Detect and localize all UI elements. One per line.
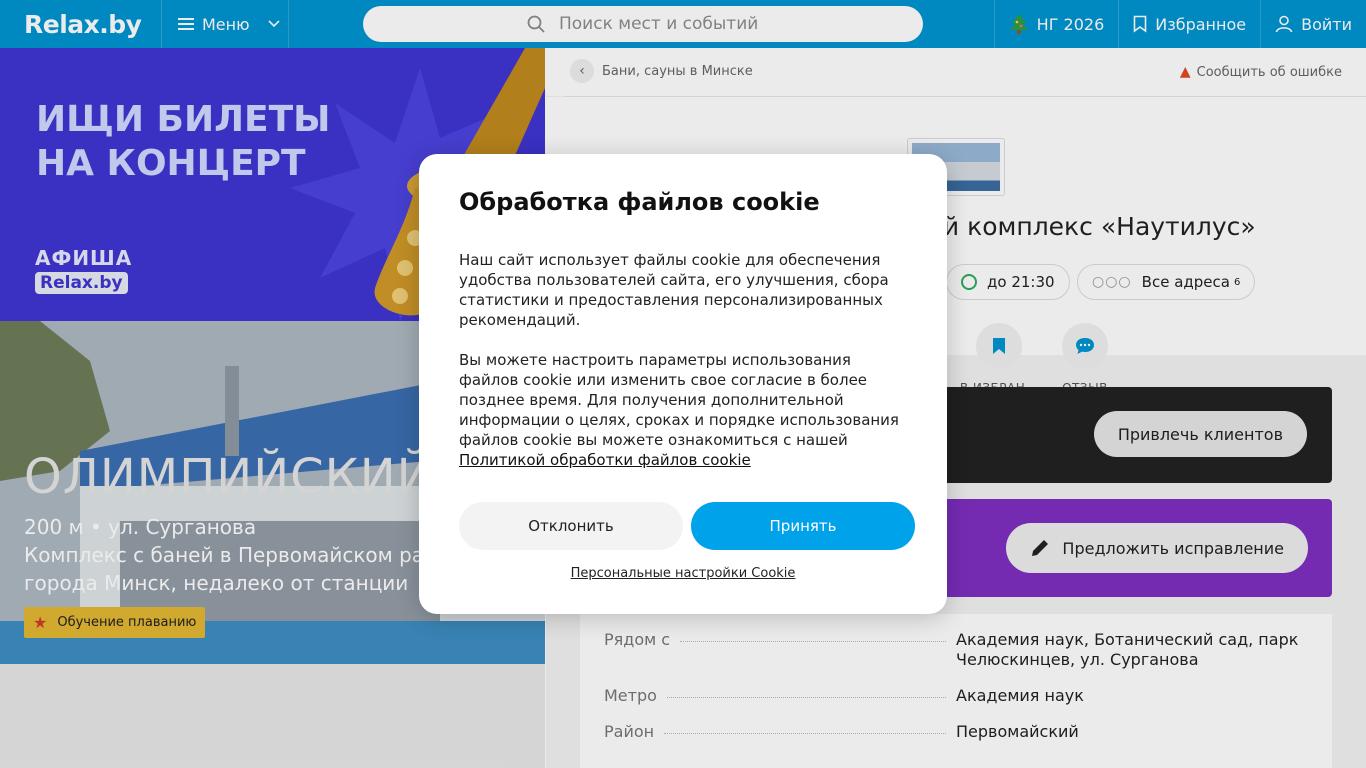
cookie-policy-link[interactable]: Политикой обработки файлов cookie xyxy=(459,451,751,469)
cookie-dialog-body: Наш сайт использует файлы cookie для обе… xyxy=(459,250,914,470)
cookie-paragraph-1: Наш сайт использует файлы cookie для обе… xyxy=(459,251,889,329)
cookie-consent-dialog: Обработка файлов cookie Наш сайт использ… xyxy=(419,154,947,614)
cookie-settings-link[interactable]: Персональные настройки Cookie xyxy=(419,566,947,581)
cookie-dialog-title: Обработка файлов cookie xyxy=(459,188,820,216)
accept-cookies-button[interactable]: Принять xyxy=(691,502,915,550)
cookie-paragraph-2: Вы можете настроить параметры использова… xyxy=(459,351,899,449)
decline-cookies-button[interactable]: Отклонить xyxy=(459,502,683,550)
